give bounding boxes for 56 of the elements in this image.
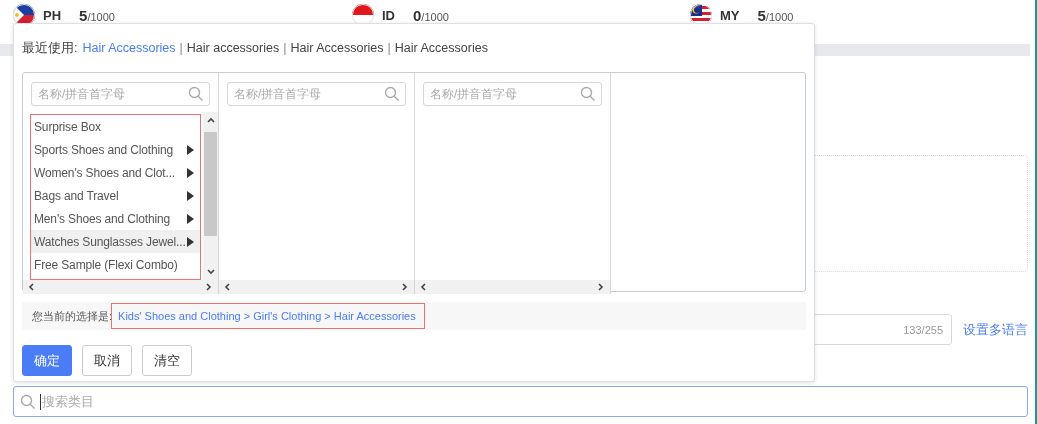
scrollbar[interactable] [219,280,414,294]
category-item[interactable]: Surprise Box [31,115,200,138]
category-item[interactable]: Women's Shoes and Clot... [31,161,200,184]
expand-arrow-icon [187,144,194,155]
category-search-field[interactable]: 搜索类目 [13,386,1028,417]
scrollbar[interactable] [415,280,610,294]
site-limit: /1000 [421,10,449,23]
chevron-left-icon[interactable] [419,282,429,292]
chevron-down-icon[interactable] [205,266,216,276]
category-item[interactable]: Watches Sunglasses Jewel... [31,230,200,253]
selection-label: 您当前的选择是: [32,308,113,324]
site-count: 5 [79,6,88,24]
expand-arrow-icon [187,213,194,224]
site-limit: /1000 [765,10,794,23]
expand-arrow-icon [187,167,194,178]
confirm-button[interactable]: 确定 [22,345,72,376]
recent-category-link[interactable]: Hair accessories [186,41,280,55]
search-icon [580,86,596,102]
recent-category-link[interactable]: Hair Accessories [82,41,176,55]
text-cursor [40,394,41,410]
multilanguage-link[interactable]: 设置多语言 [963,320,1028,339]
search-field[interactable]: 名称/拼音首字母 [31,82,210,106]
category-item[interactable]: Free Sample (Flexi Combo) [31,253,200,276]
chevron-left-icon[interactable] [223,282,233,292]
site-code: ID [382,7,395,23]
separator: | [387,41,391,55]
separator: | [283,41,287,55]
category-item[interactable]: Men's Shoes and Clothing [31,207,200,230]
scrollbar[interactable] [203,112,218,280]
recent-category-link[interactable]: Hair Accessories [290,41,384,55]
search-field[interactable]: 名称/拼音首字母 [227,82,406,106]
site-count: 5 [757,6,766,24]
site-code: MY [720,7,740,23]
expand-arrow-icon [187,190,194,201]
recent-category-link[interactable]: Hair Accessories [394,41,488,55]
search-field[interactable]: 名称/拼音首字母 [423,82,602,106]
selection-path-link[interactable]: Kids' Shoes and Clothing > Girl's Clothing > Hair Accessories [111,303,425,329]
chevron-left-icon[interactable] [27,282,37,292]
search-icon [20,394,36,410]
search-icon [188,86,204,102]
site-code: PH [43,7,62,23]
expand-arrow-icon [187,236,194,247]
recent-label: 最近使用: [22,39,78,57]
character-counter: 133/255 [903,323,943,336]
action-button[interactable]: 清空 [142,345,192,376]
scrollbar[interactable] [23,280,218,294]
chevron-right-icon[interactable] [204,282,214,292]
site-count: 0 [413,6,422,24]
chevron-right-icon[interactable] [596,282,606,292]
site-limit: /1000 [87,10,115,23]
search-icon [384,86,400,102]
separator: | [179,41,183,55]
category-item[interactable]: Bags and Travel [31,184,200,207]
chevron-right-icon[interactable] [400,282,410,292]
category-item[interactable]: Sports Shoes and Clothing [31,138,200,161]
action-button[interactable]: 取消 [82,345,132,376]
